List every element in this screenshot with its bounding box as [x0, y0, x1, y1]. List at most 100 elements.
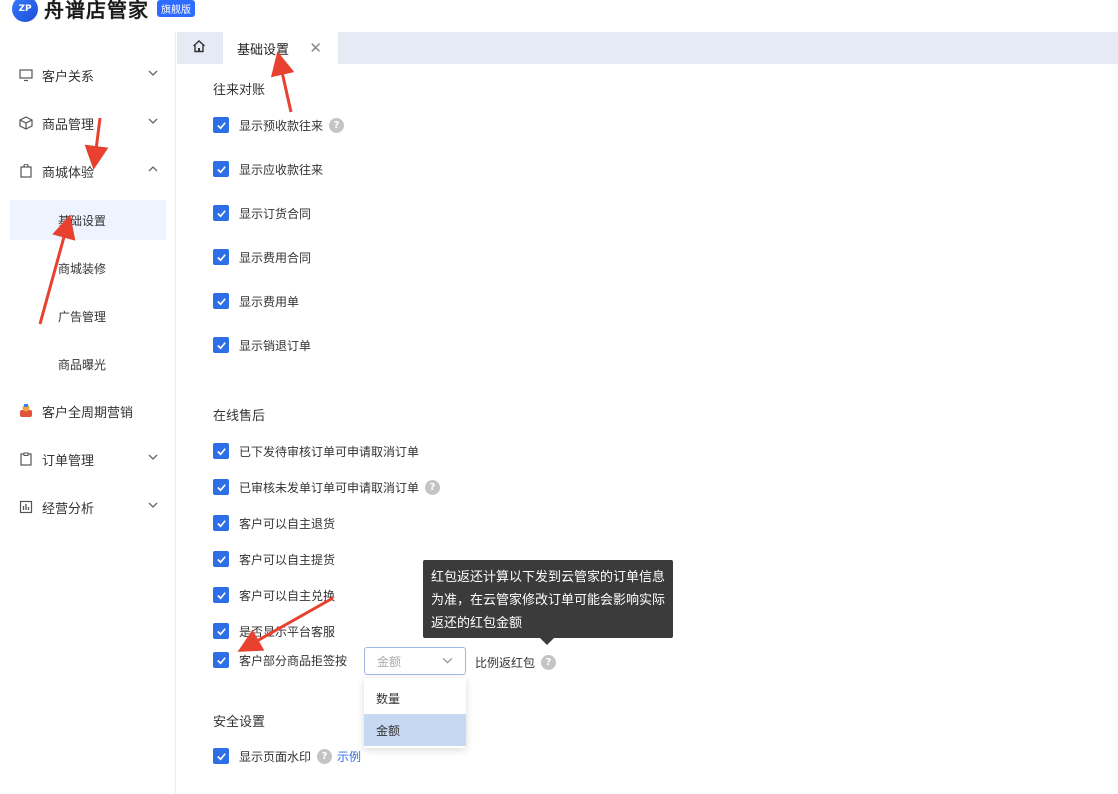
- checkbox[interactable]: [213, 337, 229, 353]
- sidebar-item-label: 经营分析: [42, 501, 95, 517]
- sidebar-subitem-label: 商品曝光: [58, 357, 107, 372]
- dropdown-option-quantity[interactable]: 数量: [364, 682, 466, 714]
- option-label: 已下发待审核订单可申请取消订单: [239, 444, 420, 459]
- option-label: 显示销退订单: [239, 338, 312, 353]
- sidebar-item-label: 商品管理: [42, 117, 95, 133]
- monitor-icon: [18, 67, 34, 83]
- sidebar-item-product-management[interactable]: 商品管理: [0, 103, 176, 143]
- sidebar-subitem-label: 基础设置: [58, 213, 107, 228]
- section-title-security: 安全设置: [213, 715, 266, 730]
- option-row[interactable]: 显示页面水印 ? 示例: [213, 747, 361, 765]
- sidebar-item-customer-relations[interactable]: 客户关系: [0, 55, 176, 95]
- checkbox[interactable]: [213, 249, 229, 265]
- option-label: 显示应收款往来: [239, 162, 324, 177]
- tooltip-arrow: [540, 638, 554, 645]
- ratio-suffix: 比例返红包 ?: [475, 654, 557, 671]
- chevron-down-icon: [442, 655, 453, 669]
- tab-home[interactable]: [177, 32, 221, 64]
- clipboard-icon: [18, 451, 34, 467]
- shopping-bag-icon: [18, 163, 34, 179]
- app-title: 舟谱店管家: [44, 0, 149, 22]
- sidebar-item-label: 客户全周期营销: [42, 405, 134, 421]
- sidebar-subitem-basic-settings[interactable]: 基础设置: [10, 200, 166, 240]
- select-value: 金额: [377, 654, 402, 669]
- chevron-down-icon: [148, 500, 158, 513]
- sidebar-item-label: 商城体验: [42, 165, 95, 181]
- sidebar-subitem-label: 广告管理: [58, 309, 107, 324]
- option-label: 显示费用单: [239, 294, 300, 309]
- tooltip: 红包返还计算以下发到云管家的订单信息为准，在云管家修改订单可能会影响实际返还的红…: [423, 560, 673, 638]
- tab-label: 基础设置: [237, 42, 290, 58]
- ratio-suffix-label: 比例返红包: [475, 656, 536, 670]
- option-row[interactable]: 已审核未发单订单可申请取消订单 ?: [213, 478, 441, 496]
- option-row[interactable]: 已下发待审核订单可申请取消订单: [213, 442, 419, 460]
- sidebar-subitem-label: 商城装修: [58, 261, 107, 276]
- help-icon[interactable]: ?: [329, 117, 345, 133]
- marketing-icon: [18, 403, 34, 419]
- checkbox[interactable]: [213, 479, 229, 495]
- box-icon: [18, 115, 34, 131]
- app-logo[interactable]: ZP 舟谱店管家 旗舰版: [12, 0, 195, 23]
- option-row[interactable]: 显示订货合同: [213, 204, 311, 222]
- checkbox[interactable]: [213, 117, 229, 133]
- option-row[interactable]: 客户可以自主提货: [213, 550, 335, 568]
- chevron-down-icon: [148, 68, 158, 81]
- checkbox[interactable]: [213, 551, 229, 567]
- option-row[interactable]: 客户部分商品拒签按: [213, 651, 347, 669]
- checkbox[interactable]: [213, 293, 229, 309]
- option-label: 显示预收款往来: [239, 118, 324, 133]
- option-row[interactable]: 显示费用单: [213, 292, 299, 310]
- ratio-type-select[interactable]: 金额: [364, 647, 466, 675]
- chevron-down-icon: [148, 116, 158, 129]
- option-label: 客户部分商品拒签按: [239, 653, 348, 668]
- help-icon[interactable]: ?: [317, 748, 333, 764]
- sidebar-item-label: 订单管理: [42, 453, 95, 469]
- logo-mark-icon: ZP: [12, 0, 38, 22]
- sidebar-item-mall-experience[interactable]: 商城体验: [0, 151, 176, 191]
- option-label: 客户可以自主退货: [239, 516, 336, 531]
- top-bar: ZP 舟谱店管家 旗舰版: [0, 0, 1118, 32]
- section-title-after-sale: 在线售后: [213, 409, 266, 424]
- sidebar-subitem-ad-management[interactable]: 广告管理: [10, 296, 166, 336]
- option-row[interactable]: 显示费用合同: [213, 248, 311, 266]
- option-row[interactable]: 是否显示平台客服: [213, 622, 335, 640]
- option-label: 显示费用合同: [239, 250, 312, 265]
- checkbox[interactable]: [213, 205, 229, 221]
- option-row[interactable]: 显示销退订单: [213, 336, 311, 354]
- chart-icon: [18, 499, 34, 515]
- option-row[interactable]: 客户可以自主退货: [213, 514, 335, 532]
- option-label: 显示订货合同: [239, 206, 312, 221]
- edition-badge: 旗舰版: [157, 0, 195, 17]
- option-label: 客户可以自主兑换: [239, 588, 336, 603]
- checkbox[interactable]: [213, 443, 229, 459]
- checkbox[interactable]: [213, 623, 229, 639]
- checkbox[interactable]: [213, 652, 229, 668]
- option-label: 是否显示平台客服: [239, 624, 336, 639]
- example-link[interactable]: 示例: [337, 748, 361, 765]
- checkbox[interactable]: [213, 748, 229, 764]
- option-label: 显示页面水印: [239, 749, 312, 764]
- option-label: 已审核未发单订单可申请取消订单: [239, 480, 420, 495]
- close-icon[interactable]: ✕: [309, 39, 322, 57]
- sidebar-item-business-analysis[interactable]: 经营分析: [0, 487, 176, 527]
- option-row[interactable]: 显示预收款往来 ?: [213, 116, 345, 134]
- help-icon[interactable]: ?: [541, 655, 557, 670]
- sidebar-item-order-management[interactable]: 订单管理: [0, 439, 176, 479]
- chevron-up-icon: [148, 164, 158, 177]
- checkbox[interactable]: [213, 515, 229, 531]
- tab-basic-settings[interactable]: 基础设置 ✕: [223, 32, 338, 64]
- help-icon[interactable]: ?: [425, 479, 441, 495]
- checkbox[interactable]: [213, 587, 229, 603]
- option-row[interactable]: 显示应收款往来: [213, 160, 323, 178]
- sidebar-item-label: 客户关系: [42, 69, 95, 85]
- checkbox[interactable]: [213, 161, 229, 177]
- ratio-type-dropdown: 数量 金额: [364, 678, 466, 748]
- annotation-arrow: [270, 51, 295, 113]
- sidebar-item-customer-lifecycle-marketing[interactable]: 客户全周期营销: [0, 391, 176, 431]
- dropdown-option-amount[interactable]: 金额: [364, 714, 466, 746]
- home-icon: [192, 39, 206, 57]
- option-label: 客户可以自主提货: [239, 552, 336, 567]
- sidebar-subitem-mall-decoration[interactable]: 商城装修: [10, 248, 166, 288]
- option-row[interactable]: 客户可以自主兑换: [213, 586, 335, 604]
- sidebar-subitem-product-exposure[interactable]: 商品曝光: [10, 344, 166, 384]
